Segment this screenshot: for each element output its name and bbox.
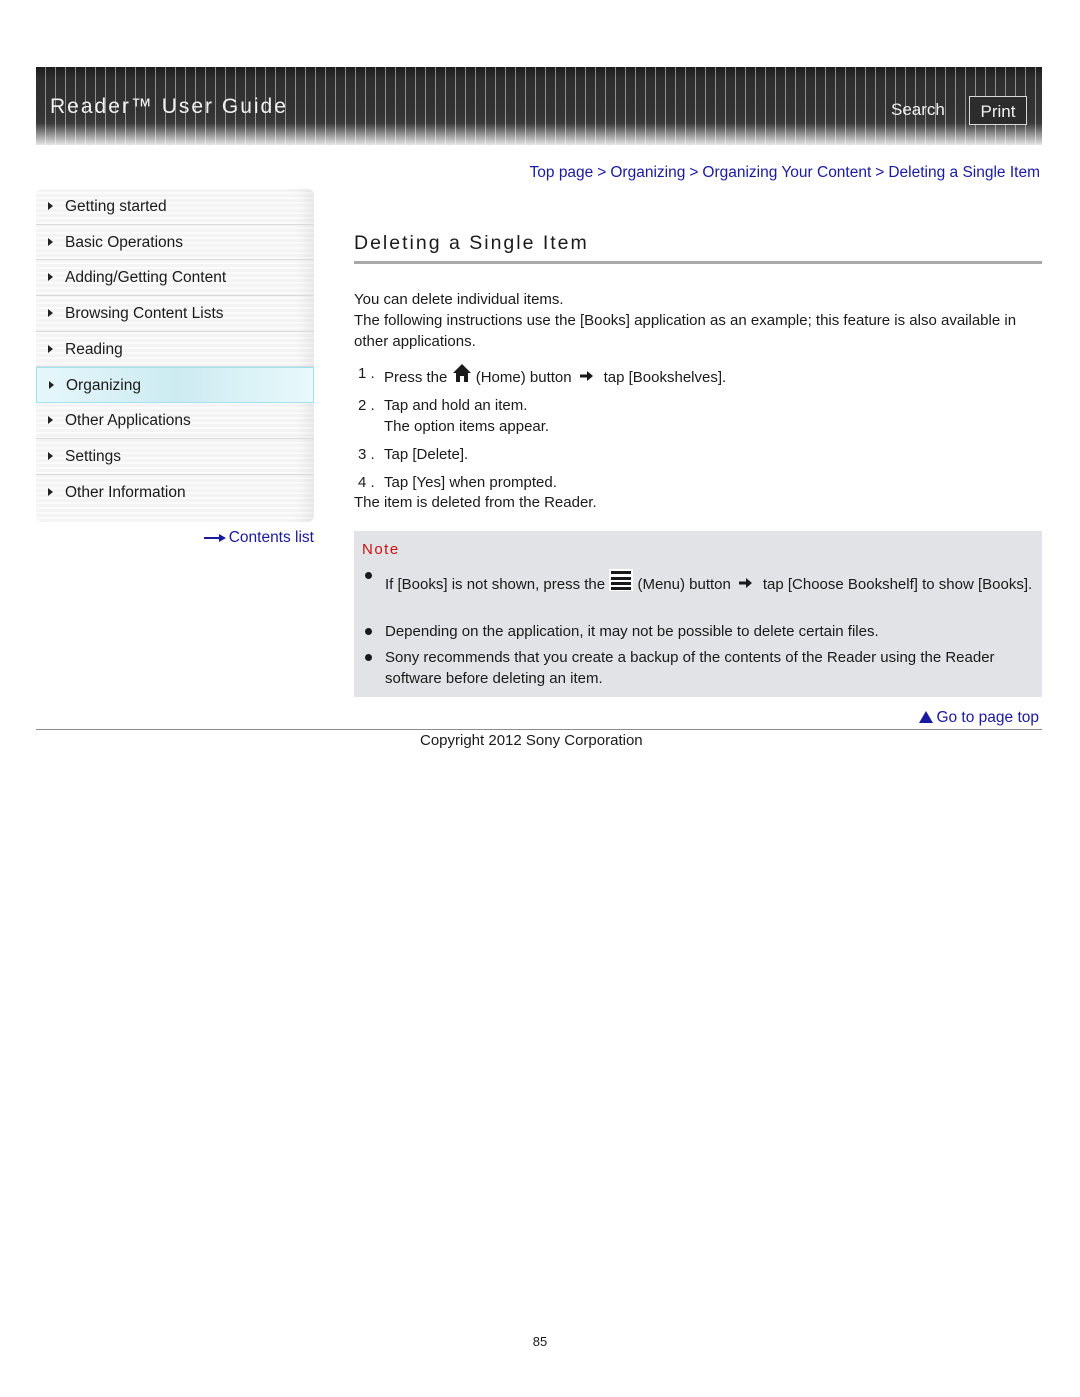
arrow-right-icon bbox=[203, 533, 226, 542]
go-to-page-top-link[interactable]: Go to page top bbox=[919, 709, 1039, 727]
step-text: Tap [Yes] when prompted. bbox=[384, 474, 557, 491]
home-icon bbox=[452, 364, 471, 382]
step-text: Press the bbox=[384, 369, 448, 386]
bullet-icon bbox=[365, 572, 372, 579]
contents-list-label: Contents list bbox=[228, 529, 314, 546]
step-number: 1 . bbox=[358, 365, 375, 382]
triangle-right-icon bbox=[48, 487, 53, 496]
breadcrumb-organizing[interactable]: Organizing bbox=[610, 164, 685, 181]
triangle-right-icon bbox=[48, 309, 53, 318]
triangle-right-icon bbox=[49, 381, 54, 390]
triangle-right-icon bbox=[48, 237, 53, 246]
step-3: 3 . Tap [Delete]. bbox=[354, 444, 1044, 472]
footer-divider bbox=[36, 729, 1042, 730]
sidebar-item-label: Browsing Content Lists bbox=[65, 305, 224, 323]
print-button[interactable]: Print bbox=[969, 96, 1027, 125]
triangle-right-icon bbox=[48, 344, 53, 353]
step-number: 4 . bbox=[358, 474, 375, 491]
bullet-icon bbox=[365, 654, 372, 661]
app-title: Reader™ User Guide bbox=[50, 95, 288, 118]
note-text: Depending on the application, it may not… bbox=[385, 623, 879, 640]
triangle-right-icon bbox=[48, 273, 53, 282]
right-arrow-icon bbox=[738, 578, 752, 588]
sidebar-item-other-information[interactable]: Other Information bbox=[36, 475, 314, 511]
step-number: 3 . bbox=[358, 446, 375, 463]
sidebar-item-other-applications[interactable]: Other Applications bbox=[36, 403, 314, 439]
note-text: tap [Choose Bookshelf] to show [Books]. bbox=[762, 576, 1033, 593]
step-subtext: The option items appear. bbox=[384, 418, 550, 435]
note-text: (Menu) button bbox=[637, 576, 731, 593]
step-4: 4 . Tap [Yes] when prompted. bbox=[354, 472, 1044, 493]
note-item: Sony recommends that you create a backup… bbox=[365, 647, 1040, 689]
page-title: Deleting a Single Item bbox=[354, 232, 589, 254]
header-banner: Reader™ User Guide Search Print bbox=[36, 67, 1042, 145]
sidebar-item-organizing[interactable]: Organizing bbox=[36, 367, 314, 404]
step-text: Tap [Delete]. bbox=[384, 446, 469, 463]
menu-icon bbox=[609, 569, 634, 591]
step-1: 1 . Press the (Home) button tap [Bookshel… bbox=[354, 363, 1044, 395]
note-item: If [Books] is not shown, press the (Menu… bbox=[365, 569, 1040, 595]
note-title: Note bbox=[362, 541, 400, 558]
sidebar-item-adding-getting-content[interactable]: Adding/Getting Content bbox=[36, 260, 314, 297]
breadcrumb: Top page > Organizing > Organizing Your Cont… bbox=[530, 164, 1040, 182]
copyright: Copyright 2012 Sony Corporation bbox=[420, 732, 643, 749]
steps-list: 1 . Press the (Home) button tap [Bookshel… bbox=[354, 363, 1044, 493]
note-text: If [Books] is not shown, press the bbox=[385, 576, 606, 593]
sidebar-item-label: Reading bbox=[65, 340, 123, 358]
sidebar-item-label: Settings bbox=[65, 447, 122, 465]
breadcrumb-current[interactable]: Deleting a Single Item bbox=[888, 164, 1040, 181]
step-text: (Home) button bbox=[475, 369, 572, 386]
step-2: 2 . Tap and hold an item. The option ite… bbox=[354, 395, 1044, 444]
intro-line: You can delete individual items. bbox=[354, 291, 564, 308]
result-text: The item is deleted from the Reader. bbox=[354, 494, 597, 511]
right-arrow-icon bbox=[579, 371, 593, 381]
step-number: 2 . bbox=[358, 397, 375, 414]
search-link[interactable]: Search bbox=[891, 100, 945, 120]
sidebar-item-label: Organizing bbox=[66, 377, 141, 395]
breadcrumb-separator: > bbox=[597, 164, 607, 181]
step-text: Tap and hold an item. bbox=[384, 397, 528, 414]
sidebar-item-getting-started[interactable]: Getting started bbox=[36, 189, 314, 225]
triangle-right-icon bbox=[48, 451, 53, 460]
sidebar-item-reading[interactable]: Reading bbox=[36, 332, 314, 368]
page-number: 85 bbox=[532, 1334, 548, 1349]
sidebar-item-basic-operations[interactable]: Basic Operations bbox=[36, 225, 314, 261]
title-divider bbox=[354, 261, 1042, 264]
breadcrumb-organizing-your-content[interactable]: Organizing Your Content bbox=[702, 164, 871, 181]
triangle-right-icon bbox=[48, 202, 53, 210]
note-text: Sony recommends that you create a backup… bbox=[385, 649, 995, 687]
sidebar-item-label: Basic Operations bbox=[65, 233, 184, 251]
breadcrumb-top-page[interactable]: Top page bbox=[530, 164, 594, 181]
note-item: Depending on the application, it may not… bbox=[365, 621, 1040, 642]
sidebar-item-settings[interactable]: Settings bbox=[36, 439, 314, 475]
sidebar-item-browsing-content-lists[interactable]: Browsing Content Lists bbox=[36, 296, 314, 332]
note-box: Note If [Books] is not shown, press the … bbox=[354, 531, 1042, 697]
go-top-label: Go to page top bbox=[936, 709, 1039, 726]
step-text: tap [Bookshelves]. bbox=[603, 369, 727, 386]
sidebar-item-label: Other Applications bbox=[65, 412, 191, 430]
triangle-right-icon bbox=[48, 416, 53, 425]
sidebar-item-label: Adding/Getting Content bbox=[65, 269, 227, 287]
sidebar-nav: Getting started Basic Operations Adding/… bbox=[36, 189, 314, 522]
breadcrumb-separator: > bbox=[875, 164, 885, 181]
contents-list-link[interactable]: Contents list bbox=[203, 529, 314, 547]
triangle-up-icon bbox=[919, 711, 934, 723]
bullet-icon bbox=[365, 628, 372, 635]
intro-text: You can delete individual items. The fol… bbox=[354, 289, 1044, 352]
breadcrumb-separator: > bbox=[689, 164, 699, 181]
sidebar-item-label: Other Information bbox=[65, 483, 186, 501]
intro-line: The following instructions use the [Book… bbox=[354, 312, 1017, 350]
sidebar-item-label: Getting started bbox=[65, 198, 167, 215]
